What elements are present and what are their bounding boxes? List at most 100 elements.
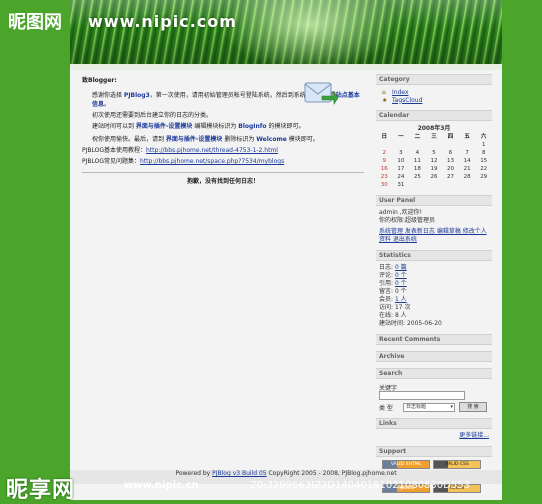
calendar-day: 30 [380,182,388,188]
module-settings-link[interactable]: 界面与插件-设置模块 [136,123,193,130]
banner-site-text: www.nipic.com [88,12,237,31]
sidebar: Category ⌂ Index ★ TagsCloud Calendar 20… [376,74,492,499]
support-title: Support [376,446,492,457]
calendar-day: 20 [447,166,455,172]
calendar-day [409,141,426,149]
calendar-week: 30 31 [376,181,492,189]
help-link[interactable]: http://bbs.pjhome.net/thread-4753-1-2.ht… [146,147,278,154]
banner-bottom-strip [70,64,502,70]
para3-end: 的模块即可。 [266,123,305,130]
calendar-day: 10 [397,158,405,164]
archive-panel: Archive [376,351,492,362]
calendar-day: 3 [399,150,403,156]
weekday: 三 [431,134,437,140]
stat-value[interactable]: 0 个 [395,280,407,287]
recent-comments-title: Recent Comments [376,334,492,345]
watermark-url: www.nipic.cn [124,480,199,491]
help-line: PJBLOG基本使用教程：http://bbs.pjhome.net/threa… [82,146,364,155]
calendar-week: 16 17 18 19 20 21 22 [376,165,492,173]
calendar-day: 12 [430,158,438,164]
para3-mid: 编辑模块标识为 [192,123,239,130]
calendar-day: 8 [481,150,486,156]
stat-value: 2005-06-20 [406,320,442,327]
calendar-day: 16 [380,166,388,172]
category-label[interactable]: Index [392,89,409,96]
badge-css[interactable]: VALID CSS [433,460,481,469]
calendar-day: 23 [380,174,388,180]
para4-em2: Welcome [256,136,287,143]
more-links-link[interactable]: 更多链接... [376,432,492,440]
search-input[interactable] [379,390,465,400]
stat-value[interactable]: 0 个 [395,272,407,279]
envelope-icon [304,82,338,105]
stat-label: 在线: [379,312,394,319]
category-item-index[interactable]: ⌂ Index [376,88,492,96]
stat-label: 评论: [379,272,394,279]
footer-suffix: CopyRight 2005 - 2008, PJBlog.pjhome.net [266,470,397,477]
calendar-day [442,181,459,189]
stat-label: 留言: [379,288,394,295]
calendar-day: 22 [480,166,488,172]
badge-xhtml[interactable]: VALID XHTML [382,460,430,469]
footer-prefix: Powered by [175,470,213,477]
calendar-day [426,141,443,149]
calendar-day: 21 [463,166,471,172]
calendar-day: 5 [432,150,436,156]
calendar-day: 4 [415,150,420,156]
watermark-top: 昵图网 [8,12,62,33]
search-type-row: 类 型 日志标题 ▾ 搜 索 [376,402,492,412]
help-label: PJBLOG基本使用教程： [82,147,147,154]
calendar-day: 1 [481,142,486,148]
stat-row: 评论: 0 个 [376,272,492,280]
calendar-panel: Calendar 2008年3月 日 一 二 三 四 五 六 1 2 3 4 5… [376,110,492,189]
category-panel: Category ⌂ Index ★ TagsCloud [376,74,492,104]
search-type-value: 日志标题 [406,403,427,410]
stat-row: 引用: 0 个 [376,280,492,288]
star-icon: ★ [382,96,388,104]
search-button[interactable]: 搜 索 [459,402,487,412]
category-label[interactable]: TagsCloud [392,97,422,104]
statistics-title: Statistics [376,250,492,261]
user-panel: User Panel admin ,欢迎你! 你的权限:超级管理员 系统管理 发… [376,195,492,244]
stat-value[interactable]: 1 人 [395,296,407,303]
stat-row: 日志: 0 篇 [376,264,492,272]
calendar-day: 9 [382,158,387,164]
para1-prefix: 感谢你选择 [92,92,124,99]
stat-label: 日志: [379,264,394,271]
user-panel-title: User Panel [376,195,492,206]
stat-label: 访问: [379,304,394,311]
weekday: 五 [464,134,470,140]
calendar-day: 24 [397,174,405,180]
calendar-month: 2008年3月 [417,125,451,132]
faq-link[interactable]: http://bbs.pjhome.net/space.php?7534/myb… [140,158,284,165]
calendar-day: 18 [413,166,421,172]
weekday: 四 [447,134,454,140]
stat-row: 在线: 8 人 [376,312,492,320]
stat-value: 8 人 [394,312,407,319]
calendar-week: 9 10 11 12 13 14 15 [376,157,492,165]
faq-label: PJBLOG常见问题集： [82,158,141,165]
banner-glow [220,0,400,70]
content-divider [82,172,364,173]
category-item-tagscloud[interactable]: ★ TagsCloud [376,96,492,104]
weekday: 日 [381,134,388,140]
stat-value[interactable]: 0 篇 [395,264,407,271]
calendar-day [409,181,426,189]
module-settings-link-2[interactable]: 界面与插件-设置模块 [166,136,223,143]
links-panel: Links 更多链接... [376,418,492,440]
search-title: Search [376,368,492,379]
footer-link[interactable]: PJBlog v3 Build 05 [212,470,266,477]
stat-label: 引用: [379,280,394,287]
chevron-down-icon: ▾ [450,403,453,410]
calendar-day: 28 [463,174,471,180]
calendar-week: 23 24 25 26 27 28 29 [376,173,492,181]
stat-value: 0 个 [394,288,407,295]
calendar-day: 15 [480,158,488,164]
user-admin-links[interactable]: 系统管理 发表新日志 编辑草稿 修改个人资料 退出系统 [376,228,492,244]
user-welcome: admin ,欢迎你! [379,209,423,216]
calendar-week: 1 [376,141,492,149]
home-icon: ⌂ [382,88,386,96]
search-type-select[interactable]: 日志标题 ▾ [403,402,455,412]
welcome-para-2: 初次使用还需要到后台建立你的日志的分类。 [92,112,213,119]
calendar-title: Calendar [376,110,492,121]
